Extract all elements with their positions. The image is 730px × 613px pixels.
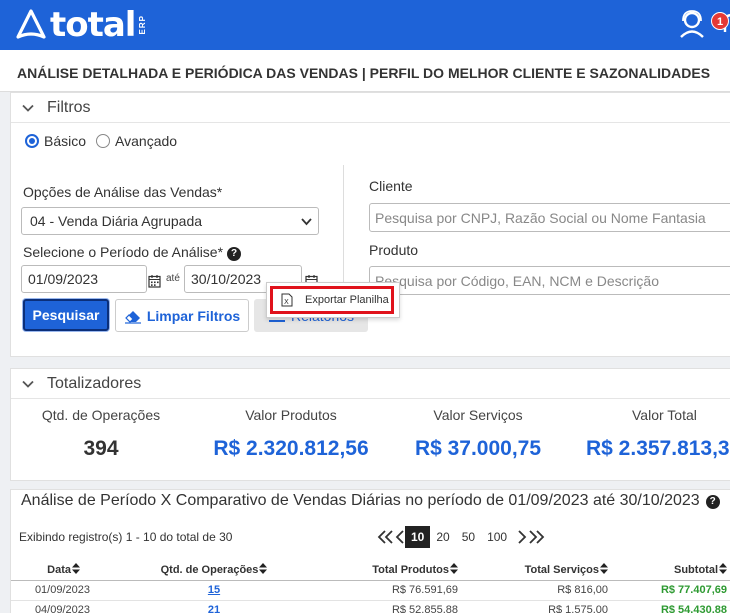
cell-services: R$ 1.575,00 — [462, 600, 612, 613]
radio-basic[interactable] — [25, 134, 39, 148]
column-header-products[interactable]: Total Produtos — [314, 560, 462, 581]
sort-icon — [600, 563, 608, 575]
table-header-row: Data Qtd. de Operações Total Produtos To… — [11, 560, 730, 581]
date-from-input[interactable]: 01/09/2023 — [21, 265, 147, 293]
sort-icon — [259, 563, 268, 575]
comparison-title: Análise de Período X Comparativo de Vend… — [21, 492, 720, 510]
chevron-right-icon[interactable] — [517, 530, 527, 544]
filter-mode-group: Básico Avançado — [25, 133, 187, 149]
client-label: Cliente — [369, 178, 413, 194]
records-info: Exibindo registro(s) 1 - 10 do total de … — [19, 530, 233, 544]
reports-dropdown: X Exportar Planilha — [266, 282, 400, 318]
clear-filters-button[interactable]: Limpar Filtros — [115, 299, 249, 332]
page-size-50[interactable]: 50 — [456, 526, 481, 548]
analysis-options-value: 04 - Venda Diária Agrupada — [30, 213, 203, 229]
filters-title: Filtros — [47, 98, 91, 116]
brand-suffix: ERP — [138, 15, 148, 35]
cell-operations: 21 — [114, 600, 314, 613]
chevron-left-icon[interactable] — [395, 530, 405, 544]
table-row: 01/09/2023 15 R$ 76.591,69 R$ 816,00 R$ … — [11, 580, 730, 601]
page-title-bar: ANÁLISE DETALHADA E PERIÓDICA DAS VENDAS… — [0, 50, 730, 92]
page-size-20[interactable]: 20 — [430, 526, 455, 548]
analysis-options-label: Opções de Análise das Vendas* — [23, 184, 223, 200]
brand-name: total — [50, 5, 136, 45]
date-separator: até — [166, 273, 180, 284]
notification-badge: 1 — [711, 12, 729, 30]
total-products: Valor Produtos R$ 2.320.812,56 — [206, 407, 376, 461]
chevron-down-icon — [301, 218, 312, 226]
excel-file-icon: X — [281, 293, 293, 307]
sort-icon — [719, 563, 727, 575]
cell-date: 04/09/2023 — [11, 600, 114, 613]
product-search-input[interactable]: Pesquisa por Código, EAN, NCM e Descriçã… — [369, 266, 730, 295]
total-amount-label: Valor Total — [632, 407, 697, 423]
help-icon[interactable]: ? — [705, 495, 720, 509]
analysis-options-select[interactable]: 04 - Venda Diária Agrupada — [21, 207, 319, 235]
sort-icon — [450, 563, 458, 575]
total-amount: Valor Total R$ 2.357.813,31 — [586, 407, 730, 461]
operations-link[interactable]: 15 — [208, 584, 220, 596]
total-products-value: R$ 2.320.812,56 — [213, 437, 369, 460]
clear-filters-label: Limpar Filtros — [146, 307, 241, 324]
period-label-text: Selecione o Período de Análise* — [23, 244, 224, 260]
user-support-icon[interactable] — [676, 8, 708, 40]
cell-services: R$ 816,00 — [462, 580, 612, 601]
sort-icon — [72, 563, 80, 575]
total-services-value: R$ 37.000,75 — [414, 437, 542, 460]
eraser-icon — [124, 310, 141, 324]
chevron-down-icon — [22, 104, 34, 112]
column-header-subtotal[interactable]: Subtotal — [612, 560, 730, 581]
export-spreadsheet-label: Exportar Planilha — [305, 294, 389, 306]
export-spreadsheet-item[interactable]: X Exportar Planilha — [270, 286, 394, 314]
radio-advanced[interactable] — [96, 134, 111, 148]
page-size-10[interactable]: 10 — [405, 526, 431, 548]
operations-link[interactable]: 21 — [208, 604, 220, 613]
page-size-pager: 10 20 50 100 — [377, 526, 545, 548]
total-services-label: Valor Serviços — [433, 407, 523, 423]
cell-subtotal: R$ 77.407,69 — [612, 580, 730, 601]
top-bar: total ERP 1 — [0, 0, 730, 50]
cell-products: R$ 76.591,69 — [314, 580, 462, 601]
totals-title: Totalizadores — [47, 374, 142, 392]
filters-header[interactable]: Filtros — [11, 93, 730, 123]
logo-mark-icon — [16, 9, 46, 39]
calendar-icon[interactable] — [148, 274, 161, 288]
chevron-down-icon — [22, 380, 34, 388]
cell-subtotal: R$ 54.430,88 — [612, 600, 730, 613]
column-header-services[interactable]: Total Serviços — [462, 560, 612, 581]
comparison-title-text: Análise de Período X Comparativo de Vend… — [21, 492, 700, 509]
total-operations-label: Qtd. de Operações — [41, 407, 161, 423]
page-title: ANÁLISE DETALHADA E PERIÓDICA DAS VENDAS… — [17, 65, 711, 81]
comparison-table: Data Qtd. de Operações Total Produtos To… — [11, 560, 730, 613]
comparison-panel: Análise de Período X Comparativo de Vend… — [10, 489, 730, 613]
brand-logo[interactable]: total ERP — [14, 5, 148, 45]
total-operations: Qtd. de Operações 394 — [41, 407, 161, 461]
total-operations-value: 394 — [83, 437, 119, 460]
chevrons-right-icon[interactable] — [527, 530, 545, 544]
search-button[interactable]: Pesquisar — [23, 299, 109, 331]
total-amount-value: R$ 2.357.813,31 — [586, 437, 730, 460]
totals-panel: Totalizadores Qtd. de Operações 394 Valo… — [10, 368, 730, 481]
chevrons-left-icon[interactable] — [377, 530, 395, 544]
cell-products: R$ 52.855,88 — [314, 600, 462, 613]
column-header-operations[interactable]: Qtd. de Operações — [114, 560, 314, 581]
column-header-date[interactable]: Data — [11, 560, 114, 581]
client-search-input[interactable]: Pesquisa por CNPJ, Razão Social ou Nome … — [369, 203, 730, 232]
total-services: Valor Serviços R$ 37.000,75 — [403, 407, 553, 461]
total-products-label: Valor Produtos — [245, 407, 337, 423]
totals-header[interactable]: Totalizadores — [11, 369, 730, 399]
radio-advanced-label[interactable]: Avançado — [115, 133, 177, 149]
svg-text:X: X — [284, 298, 289, 306]
period-label: Selecione o Período de Análise*? — [23, 244, 242, 261]
product-label: Produto — [369, 242, 419, 258]
radio-basic-label[interactable]: Básico — [44, 133, 86, 149]
cell-date: 01/09/2023 — [11, 580, 114, 601]
cell-operations: 15 — [114, 580, 314, 601]
help-icon[interactable]: ? — [227, 247, 242, 261]
table-row: 04/09/2023 21 R$ 52.855,88 R$ 1.575,00 R… — [11, 600, 730, 613]
page-size-100[interactable]: 100 — [481, 526, 513, 548]
